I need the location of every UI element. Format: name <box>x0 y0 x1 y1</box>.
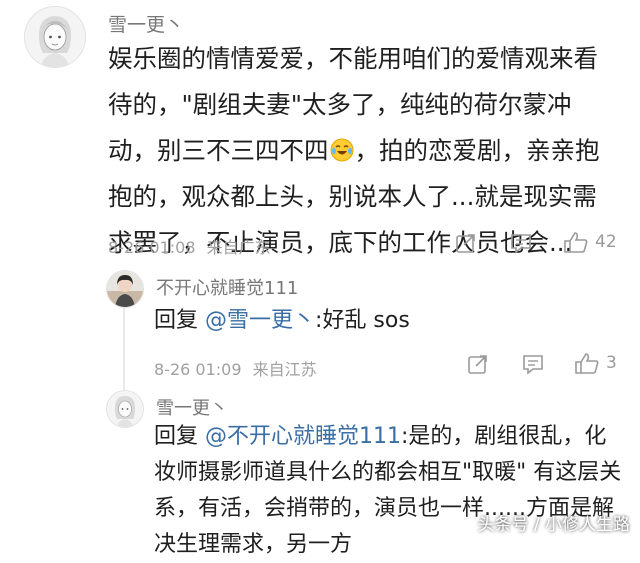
comment-button[interactable] <box>509 232 533 254</box>
thread-line <box>123 306 125 390</box>
reply-mention-link[interactable]: @不开心就睡觉111 <box>205 424 401 449</box>
reply-mention-link[interactable]: @雪一更丶 <box>205 308 315 333</box>
share-button[interactable] <box>455 232 477 254</box>
reply-like-button[interactable]: 3 <box>574 351 617 375</box>
reply-share-button[interactable] <box>467 353 489 375</box>
thumbs-up-icon <box>564 232 588 253</box>
reply-location: 来自江苏 <box>252 360 317 379</box>
thumbs-up-icon <box>575 353 599 374</box>
reply-like-count: 3 <box>606 353 617 373</box>
reply-prefix: 回复 <box>154 424 199 449</box>
comment-username[interactable]: 雪一更丶 <box>108 10 184 37</box>
share-icon <box>456 234 475 253</box>
comment-location: 来自广东 <box>206 238 271 257</box>
reply-text: 回复 @雪一更丶:好乱 sos <box>154 298 614 344</box>
like-count: 42 <box>595 232 617 252</box>
avatar[interactable] <box>24 6 86 68</box>
comment-icon <box>523 355 543 375</box>
like-button[interactable]: 42 <box>563 230 617 254</box>
reply-timestamp: 8-26 01:09 <box>154 360 242 379</box>
reply-username[interactable]: 雪一更丶 <box>156 394 228 420</box>
reply-text: 回复 @不开心就睡觉111:是的，剧组很乱，化妆师摄影师道具什么的都会相互"取暖… <box>154 419 624 563</box>
comment-text: 娱乐圈的情情爱爱，不能用咱们的爱情观来看待的，"剧组夫妻"太多了，纯纯的荷尔蒙冲… <box>108 36 616 266</box>
comment-meta: 8-26 01:08 来自广东 <box>108 234 271 258</box>
reply-avatar[interactable] <box>106 390 144 428</box>
reply-body: :好乱 sos <box>315 308 410 333</box>
share-icon <box>468 355 487 374</box>
comment-timestamp: 8-26 01:08 <box>108 238 196 257</box>
reply-comment-button[interactable] <box>521 353 545 375</box>
watermark: 头条号 / 小修人生路 <box>477 515 630 535</box>
reply-prefix: 回复 <box>154 308 199 333</box>
reply-username[interactable]: 不开心就睡觉111 <box>156 274 298 300</box>
reply-meta: 8-26 01:09 来自江苏 <box>154 356 317 380</box>
comment-icon <box>511 234 531 254</box>
laughing-crying-emoji-icon <box>330 131 354 162</box>
reply-avatar[interactable] <box>106 270 144 308</box>
